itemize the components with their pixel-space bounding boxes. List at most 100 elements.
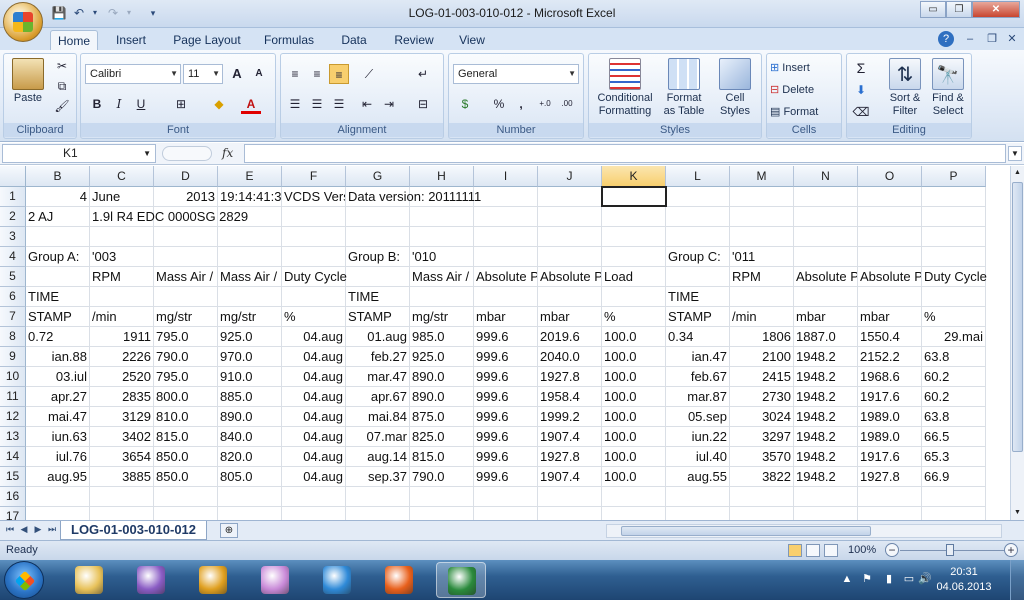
cell-p7[interactable]: % (922, 307, 986, 327)
grid-cell[interactable] (602, 487, 666, 507)
clear-icon[interactable]: ⌫ (851, 102, 871, 122)
cell-l11[interactable]: mar.87 (666, 387, 730, 407)
cell-o12[interactable]: 1989.0 (858, 407, 922, 427)
comma-button[interactable]: , (511, 94, 531, 114)
cell-c5[interactable]: RPM (90, 267, 154, 287)
paste-button[interactable]: Paste (8, 58, 48, 105)
grid-cell[interactable] (602, 207, 666, 227)
decrease-decimal-button[interactable]: .00 (557, 94, 577, 114)
cell-p11[interactable]: 60.2 (922, 387, 986, 407)
grid-cell[interactable] (474, 487, 538, 507)
bold-button[interactable]: B (87, 94, 107, 114)
cell-k14[interactable]: 100.0 (602, 447, 666, 467)
insert-function-button[interactable]: fx (222, 146, 233, 160)
grid-cell[interactable] (90, 227, 154, 247)
cell-o8[interactable]: 1550.4 (858, 327, 922, 347)
next-sheet-icon[interactable]: ▶ (32, 524, 44, 535)
grid-cell[interactable] (282, 207, 346, 227)
cell-f11[interactable]: 04.aug (282, 387, 346, 407)
grid-cell[interactable] (410, 227, 474, 247)
row-header-3[interactable]: 3 (0, 227, 26, 247)
tab-insert[interactable]: Insert (108, 30, 154, 50)
cell-b11[interactable]: apr.27 (26, 387, 90, 407)
cell-b10[interactable]: 03.iul (26, 367, 90, 387)
cell-h10[interactable]: 890.0 (410, 367, 474, 387)
grid-cell[interactable] (218, 487, 282, 507)
page-break-view-icon[interactable] (824, 544, 838, 557)
grid-cell[interactable] (602, 287, 666, 307)
grid-cell[interactable] (26, 227, 90, 247)
tray-expand-icon[interactable]: ▲ (840, 572, 854, 586)
cell-j8[interactable]: 2019.6 (538, 327, 602, 347)
grid-cell[interactable] (794, 207, 858, 227)
cell-o9[interactable]: 2152.2 (858, 347, 922, 367)
cell-p15[interactable]: 66.9 (922, 467, 986, 487)
taskbar-visual-studio[interactable] (126, 562, 176, 598)
percent-button[interactable]: % (489, 94, 509, 114)
grid-cell[interactable] (346, 227, 410, 247)
select-all-corner[interactable] (0, 166, 26, 187)
volume-icon[interactable]: 🔊 (918, 572, 932, 586)
cell-k11[interactable]: 100.0 (602, 387, 666, 407)
cell-h8[interactable]: 985.0 (410, 327, 474, 347)
column-header-j[interactable]: J (538, 166, 602, 187)
cell-h7[interactable]: mg/str (410, 307, 474, 327)
cell-c7[interactable]: /min (90, 307, 154, 327)
cell-c13[interactable]: 3402 (90, 427, 154, 447)
row-header-14[interactable]: 14 (0, 447, 26, 467)
cell-d15[interactable]: 850.0 (154, 467, 218, 487)
taskbar-winamp[interactable] (188, 562, 238, 598)
cell-h13[interactable]: 825.0 (410, 427, 474, 447)
cell-k10[interactable]: 100.0 (602, 367, 666, 387)
grid-cell[interactable] (858, 247, 922, 267)
cell-e7[interactable]: mg/str (218, 307, 282, 327)
cell-m11[interactable]: 2730 (730, 387, 794, 407)
cell-l13[interactable]: iun.22 (666, 427, 730, 447)
cell-b7[interactable]: STAMP (26, 307, 90, 327)
cell-m12[interactable]: 3024 (730, 407, 794, 427)
cell-g14[interactable]: aug.14 (346, 447, 410, 467)
cell-f13[interactable]: 04.aug (282, 427, 346, 447)
grid-cell[interactable] (26, 507, 90, 520)
grid-cell[interactable] (346, 207, 410, 227)
cell-p9[interactable]: 63.8 (922, 347, 986, 367)
column-header-h[interactable]: H (410, 166, 474, 187)
network-icon[interactable]: ▮ (882, 572, 896, 586)
cell-h4[interactable]: '010 (410, 247, 474, 267)
show-desktop-button[interactable] (1010, 560, 1024, 600)
cell-e12[interactable]: 890.0 (218, 407, 282, 427)
cell-d8[interactable]: 795.0 (154, 327, 218, 347)
cell-o14[interactable]: 1917.6 (858, 447, 922, 467)
cell-b1[interactable]: 4 (26, 187, 90, 207)
cell-g6[interactable]: TIME (346, 287, 410, 307)
cell-f1[interactable]: VCDS Vers (282, 187, 346, 207)
save-icon[interactable]: 💾 (50, 5, 68, 21)
grid-cell[interactable] (282, 227, 346, 247)
cell-l8[interactable]: 0.34 (666, 327, 730, 347)
grid-cell[interactable] (666, 487, 730, 507)
vertical-scrollbar[interactable]: ▲ ▼ (1010, 166, 1024, 520)
cell-i14[interactable]: 999.6 (474, 447, 538, 467)
zoom-in-button[interactable]: + (1004, 543, 1018, 557)
cell-o7[interactable]: mbar (858, 307, 922, 327)
cell-p14[interactable]: 65.3 (922, 447, 986, 467)
row-header-1[interactable]: 1 (0, 187, 26, 207)
row-header-7[interactable]: 7 (0, 307, 26, 327)
system-clock[interactable]: 20:31 04.06.2013 (936, 565, 992, 595)
cell-p10[interactable]: 60.2 (922, 367, 986, 387)
grid-cell[interactable] (922, 287, 986, 307)
cell-h9[interactable]: 925.0 (410, 347, 474, 367)
number-format-select[interactable]: General ▼ (453, 64, 579, 84)
grid-cell[interactable] (90, 287, 154, 307)
cell-o11[interactable]: 1917.6 (858, 387, 922, 407)
cell-b4[interactable]: Group A: (26, 247, 90, 267)
taskbar-messenger[interactable] (250, 562, 300, 598)
grid-cell[interactable] (410, 287, 474, 307)
grid-cell[interactable] (90, 507, 154, 520)
grid-cell[interactable] (474, 247, 538, 267)
cell-e8[interactable]: 925.0 (218, 327, 282, 347)
cell-o10[interactable]: 1968.6 (858, 367, 922, 387)
minimize-button[interactable]: ▭ (920, 1, 946, 18)
cell-n5[interactable]: Absolute P (794, 267, 858, 287)
cell-h12[interactable]: 875.0 (410, 407, 474, 427)
